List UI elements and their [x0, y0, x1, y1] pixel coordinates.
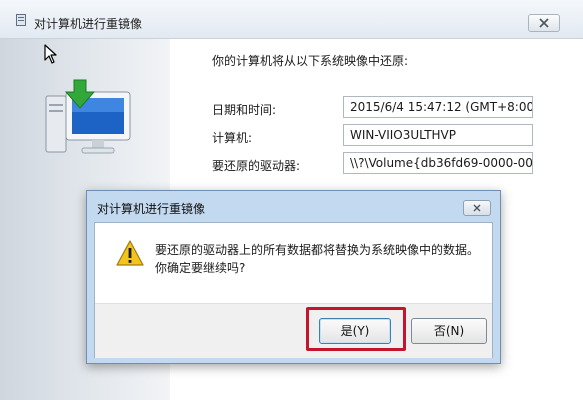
- yes-button-highlight: [306, 307, 406, 351]
- system-restore-icon: [16, 14, 26, 26]
- dialog-body: 要还原的驱动器上的所有数据都将替换为系统映像中的数据。 你确定要继续吗? 是(Y…: [94, 222, 493, 358]
- datetime-field: 2015/6/4 15:47:12 (GMT+8:00): [343, 96, 533, 118]
- datetime-label: 日期和时间:: [212, 103, 277, 117]
- dialog-message-line2: 你确定要继续吗?: [155, 261, 246, 275]
- close-icon: [539, 18, 549, 28]
- computer-label: 计算机:: [212, 131, 253, 145]
- window-titlebar: 对计算机进行重镜像: [0, 0, 583, 39]
- mouse-cursor-icon: [44, 44, 57, 64]
- drive-field: \\?\Volume{db36fd69-0000-0000-: [343, 152, 533, 174]
- dialog-footer: 是(Y) 否(N): [95, 303, 492, 358]
- window-title: 对计算机进行重镜像: [34, 17, 143, 31]
- close-icon: [473, 204, 481, 212]
- window-close-button[interactable]: [528, 14, 560, 32]
- computer-restore-icon: [45, 79, 131, 154]
- confirm-dialog: 对计算机进行重镜像 要还原的驱动器上的所有数据都将替换为系统映像中的数据。 你确…: [86, 190, 501, 364]
- computer-field: WIN-VIIO3ULTHVP: [343, 124, 533, 146]
- no-button[interactable]: 否(N): [411, 318, 487, 344]
- dialog-title: 对计算机进行重镜像: [97, 202, 206, 216]
- warning-icon: [116, 240, 144, 266]
- drive-label: 要还原的驱动器:: [212, 159, 301, 173]
- intro-text: 你的计算机将从以下系统映像中还原:: [212, 54, 409, 68]
- dialog-message-line1: 要还原的驱动器上的所有数据都将替换为系统映像中的数据。: [155, 243, 480, 257]
- dialog-close-button[interactable]: [463, 200, 491, 216]
